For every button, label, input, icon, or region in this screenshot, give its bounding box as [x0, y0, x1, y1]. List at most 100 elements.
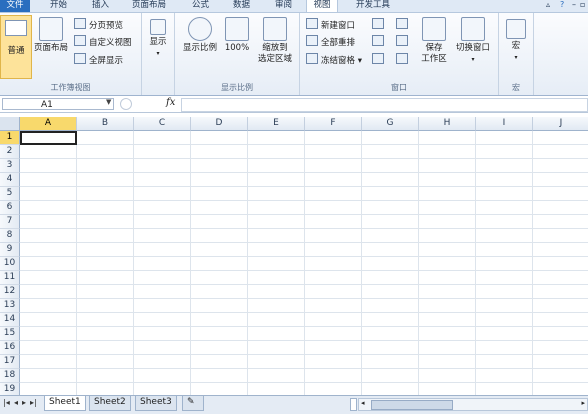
column-header[interactable]: H	[419, 117, 476, 131]
ribbon: 普通 页面布局 分页预览 自定义视图 全屏显示 工作簿视图 显示 ▾ 显示比例 …	[0, 13, 588, 96]
window-minimize-icon[interactable]: –	[572, 0, 576, 9]
scroll-left-icon[interactable]: ◂	[361, 399, 365, 407]
name-box[interactable]: A1	[2, 98, 114, 110]
name-box-dropdown-icon[interactable]: ▼	[106, 98, 111, 106]
page-layout-button[interactable]: 页面布局	[32, 17, 70, 54]
grid-row-line	[20, 382, 588, 383]
grid-row-line	[20, 172, 588, 173]
column-header[interactable]: B	[77, 117, 134, 131]
active-cell[interactable]	[20, 131, 77, 145]
sheet-tab-2[interactable]: Sheet2	[89, 396, 131, 411]
tab-review[interactable]: 审阅	[275, 0, 292, 12]
custom-views-button[interactable]: 自定义视图	[74, 35, 132, 48]
first-sheet-icon[interactable]: |◂	[3, 398, 10, 407]
normal-view-button[interactable]: 普通	[0, 15, 32, 79]
prev-sheet-icon[interactable]: ◂	[14, 398, 18, 407]
window-restore-icon[interactable]: ▫	[580, 0, 585, 9]
row-header[interactable]: 7	[0, 215, 20, 229]
column-header[interactable]: I	[476, 117, 533, 131]
column-header[interactable]: D	[191, 117, 248, 131]
row-header[interactable]: 18	[0, 369, 20, 383]
view-side-by-side-button[interactable]	[396, 18, 411, 30]
row-header[interactable]: 13	[0, 299, 20, 313]
row-header[interactable]: 3	[0, 159, 20, 173]
column-header[interactable]: E	[248, 117, 305, 131]
column-header[interactable]: J	[533, 117, 588, 131]
row-header[interactable]: 10	[0, 257, 20, 271]
insert-function-button[interactable]: fx	[166, 97, 175, 108]
sheet-tab-3[interactable]: Sheet3	[135, 396, 177, 411]
column-header[interactable]: G	[362, 117, 419, 131]
minimize-ribbon-icon[interactable]: ▵	[546, 0, 550, 9]
row-header[interactable]: 5	[0, 187, 20, 201]
save-workspace-button[interactable]: 保存 工作区	[416, 17, 452, 65]
tab-developer[interactable]: 开发工具	[356, 0, 390, 12]
hide-button[interactable]	[372, 35, 387, 47]
last-sheet-icon[interactable]: ▸|	[30, 398, 37, 407]
row-header[interactable]: 1	[0, 131, 20, 145]
split-button[interactable]	[372, 18, 387, 30]
zoom-button[interactable]: 显示比例	[181, 17, 219, 54]
zoom-100-button[interactable]: 100%	[223, 17, 251, 54]
show-button[interactable]: 显示 ▾	[146, 19, 170, 59]
column-header[interactable]: A	[20, 117, 77, 131]
grid-column-line	[304, 131, 305, 395]
tab-page-layout[interactable]: 页面布局	[132, 0, 166, 12]
tab-data[interactable]: 数据	[233, 0, 250, 12]
page-break-preview-button[interactable]: 分页预览	[74, 18, 123, 31]
row-header[interactable]: 9	[0, 243, 20, 257]
arrange-all-button[interactable]: 全部重排	[306, 35, 355, 48]
row-header[interactable]: 6	[0, 201, 20, 215]
tab-view[interactable]: 视图	[306, 0, 338, 12]
macros-button[interactable]: 宏 ▾	[503, 19, 529, 63]
freeze-panes-button[interactable]: 冻结窗格 ▾	[306, 53, 362, 66]
formula-bar: A1 ▼ fx	[0, 97, 588, 113]
row-header[interactable]: 14	[0, 313, 20, 327]
horizontal-scrollbar[interactable]: ◂ ▸	[358, 398, 588, 411]
full-screen-button[interactable]: 全屏显示	[74, 53, 123, 66]
row-header[interactable]: 11	[0, 271, 20, 285]
row-header[interactable]: 16	[0, 341, 20, 355]
grid-column-line	[133, 131, 134, 395]
synchronous-scrolling-button[interactable]	[396, 35, 411, 47]
formula-input[interactable]	[181, 98, 588, 112]
row-header[interactable]: 12	[0, 285, 20, 299]
column-header[interactable]: C	[134, 117, 191, 131]
zoom-to-selection-button[interactable]: 缩放到 选定区域	[255, 17, 295, 65]
freeze-panes-icon	[306, 53, 318, 64]
horizontal-scroll-thumb[interactable]	[371, 400, 453, 410]
freeze-dropdown-icon: ▾	[357, 56, 362, 66]
reset-window-position-button[interactable]	[396, 53, 411, 65]
new-window-icon	[306, 18, 318, 29]
normal-view-label: 普通	[7, 46, 25, 56]
row-header[interactable]: 8	[0, 229, 20, 243]
grid-row-line	[20, 256, 588, 257]
help-icon[interactable]: ?	[560, 0, 564, 9]
new-window-button[interactable]: 新建窗口	[306, 18, 355, 31]
tab-split-handle[interactable]	[350, 398, 357, 411]
sheet-tab-1[interactable]: Sheet1	[44, 396, 86, 411]
tab-insert[interactable]: 插入	[92, 0, 109, 12]
row-header[interactable]: 4	[0, 173, 20, 187]
zoom-selection-icon	[263, 17, 287, 41]
group-label-window: 窗口	[391, 83, 407, 92]
select-all-corner[interactable]	[0, 117, 20, 131]
tab-file[interactable]: 文件	[0, 0, 30, 12]
switch-windows-dropdown-icon: ▾	[471, 56, 475, 63]
row-header[interactable]: 17	[0, 355, 20, 369]
row-header[interactable]: 15	[0, 327, 20, 341]
row-header[interactable]: 2	[0, 145, 20, 159]
ribbon-tab-bar: 文件 开始 插入 页面布局 公式 数据 审阅 视图 开发工具 ▵ ? – ▫	[0, 0, 588, 13]
scroll-right-icon[interactable]: ▸	[581, 399, 585, 407]
unhide-button[interactable]	[372, 53, 387, 65]
save-workspace-icon	[422, 17, 446, 41]
column-header[interactable]: F	[305, 117, 362, 131]
tab-home[interactable]: 开始	[50, 0, 67, 12]
switch-windows-button[interactable]: 切换窗口 ▾	[452, 17, 494, 65]
insert-sheet-icon[interactable]: ✎	[182, 396, 204, 411]
macros-dropdown-icon: ▾	[514, 54, 518, 61]
next-sheet-icon[interactable]: ▸	[22, 398, 26, 407]
tab-formulas[interactable]: 公式	[192, 0, 209, 12]
group-macros: 宏 ▾ 宏	[499, 13, 534, 95]
grid-row-line	[20, 298, 588, 299]
